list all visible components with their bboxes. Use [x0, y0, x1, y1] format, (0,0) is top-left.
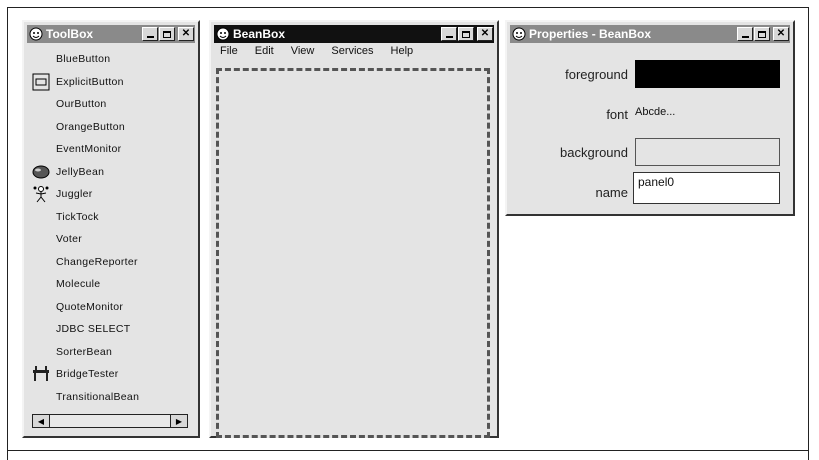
- close-icon: ✕: [480, 28, 490, 39]
- minimize-icon: [146, 36, 154, 38]
- toolbox-item[interactable]: JellyBean: [28, 161, 194, 184]
- toolbox-item[interactable]: OurButton: [28, 93, 194, 116]
- toolbox-titlebar[interactable]: ToolBox ✕: [27, 25, 195, 43]
- toolbox-item-label: ExplicitButton: [56, 75, 124, 88]
- menu-view[interactable]: View: [291, 45, 315, 61]
- close-icon: ✕: [181, 28, 191, 39]
- close-icon: ✕: [776, 28, 786, 39]
- beanbox-window: BeanBox ✕ File Edit View Services Help: [209, 20, 499, 438]
- bean-canvas[interactable]: [216, 68, 490, 438]
- properties-titlebar[interactable]: Properties - BeanBox ✕: [510, 25, 790, 43]
- arrow-right-icon: ▶: [175, 416, 183, 426]
- toolbox-item-label: Molecule: [56, 278, 101, 291]
- font-value[interactable]: Abcde...: [635, 106, 675, 118]
- toolbox-item[interactable]: EventMonitor: [28, 138, 194, 161]
- bean-icon: [28, 26, 44, 42]
- foreground-label: foreground: [565, 67, 628, 82]
- bean-icon: [511, 26, 527, 42]
- toolbox-item-label: TickTock: [56, 210, 99, 223]
- toolbox-item-label: QuoteMonitor: [56, 300, 124, 313]
- toolbox-item-label: EventMonitor: [56, 143, 122, 156]
- toolbox-item[interactable]: Juggler: [28, 183, 194, 206]
- toolbox-window: ToolBox ✕ BlueButton ExplicitButton OurBut…: [22, 20, 200, 438]
- background-row: background: [507, 138, 793, 166]
- beanbox-title: BeanBox: [233, 27, 286, 41]
- properties-title: Properties - BeanBox: [529, 27, 652, 41]
- maximize-button[interactable]: [458, 27, 474, 41]
- toolbox-item[interactable]: BridgeTester: [28, 363, 194, 386]
- foreground-swatch[interactable]: [635, 60, 780, 88]
- button-icon: [32, 73, 50, 91]
- background-label: background: [560, 145, 628, 160]
- toolbox-item-label: Voter: [56, 233, 83, 246]
- toolbox-item-label: BridgeTester: [56, 368, 119, 381]
- juggler-icon: [32, 185, 50, 203]
- maximize-icon: [462, 30, 470, 38]
- toolbox-item[interactable]: Voter: [28, 228, 194, 251]
- toolbox-item[interactable]: JDBC SELECT: [28, 318, 194, 341]
- maximize-icon: [758, 30, 766, 38]
- toolbox-item[interactable]: ChangeReporter: [28, 251, 194, 274]
- scroll-left-button[interactable]: ◀: [33, 415, 50, 427]
- toolbox-item-label: TransitionalBean: [56, 390, 140, 403]
- jellybean-icon: [32, 163, 50, 181]
- menu-help[interactable]: Help: [391, 45, 414, 61]
- toolbox-item[interactable]: TransitionalBean: [28, 386, 194, 409]
- toolbox-item-label: BlueButton: [56, 53, 111, 66]
- toolbox-item-label: Juggler: [56, 188, 93, 201]
- bridge-icon: [32, 365, 50, 383]
- scroll-track[interactable]: [50, 415, 170, 427]
- bean-icon: [215, 26, 231, 42]
- foreground-row: foreground: [507, 60, 793, 88]
- close-button[interactable]: ✕: [477, 27, 493, 41]
- minimize-button[interactable]: [441, 27, 457, 41]
- menu-services[interactable]: Services: [331, 45, 373, 61]
- menubar: File Edit View Services Help: [214, 45, 494, 61]
- toolbox-item-label: ChangeReporter: [56, 255, 138, 268]
- screen-frame-bottom: [7, 451, 809, 460]
- toolbox-item[interactable]: TickTock: [28, 206, 194, 229]
- toolbox-item-label: JellyBean: [56, 165, 105, 178]
- toolbox-scrollbar[interactable]: ◀ ▶: [32, 414, 188, 428]
- maximize-button[interactable]: [754, 27, 770, 41]
- toolbox-item-label: SorterBean: [56, 345, 113, 358]
- name-row: name panel0: [507, 172, 793, 204]
- toolbox-item[interactable]: ExplicitButton: [28, 71, 194, 94]
- menu-file[interactable]: File: [220, 45, 238, 61]
- font-label: font: [606, 107, 628, 122]
- toolbox-item[interactable]: OrangeButton: [28, 116, 194, 139]
- maximize-button[interactable]: [159, 27, 175, 41]
- menu-edit[interactable]: Edit: [255, 45, 274, 61]
- close-button[interactable]: ✕: [773, 27, 789, 41]
- minimize-button[interactable]: [737, 27, 753, 41]
- minimize-icon: [741, 36, 749, 38]
- background-swatch[interactable]: [635, 138, 780, 166]
- toolbox-item[interactable]: SorterBean: [28, 341, 194, 364]
- arrow-left-icon: ◀: [37, 416, 45, 426]
- toolbox-list: BlueButton ExplicitButton OurButton OrangeB…: [28, 48, 194, 408]
- toolbox-item-label: JDBC SELECT: [56, 323, 131, 336]
- toolbox-item[interactable]: BlueButton: [28, 48, 194, 71]
- name-label: name: [595, 185, 628, 200]
- minimize-icon: [445, 36, 453, 38]
- toolbox-title: ToolBox: [46, 27, 94, 41]
- properties-window: Properties - BeanBox ✕ foreground font A…: [505, 20, 795, 216]
- beanbox-titlebar[interactable]: BeanBox ✕: [214, 25, 494, 43]
- name-input[interactable]: panel0: [633, 172, 780, 204]
- font-row: font Abcde...: [507, 100, 793, 128]
- toolbox-item-label: OurButton: [56, 98, 107, 111]
- toolbox-item[interactable]: QuoteMonitor: [28, 296, 194, 319]
- toolbox-item[interactable]: Molecule: [28, 273, 194, 296]
- minimize-button[interactable]: [142, 27, 158, 41]
- maximize-icon: [163, 30, 171, 38]
- scroll-right-button[interactable]: ▶: [170, 415, 187, 427]
- close-button[interactable]: ✕: [178, 27, 194, 41]
- toolbox-item-label: OrangeButton: [56, 120, 125, 133]
